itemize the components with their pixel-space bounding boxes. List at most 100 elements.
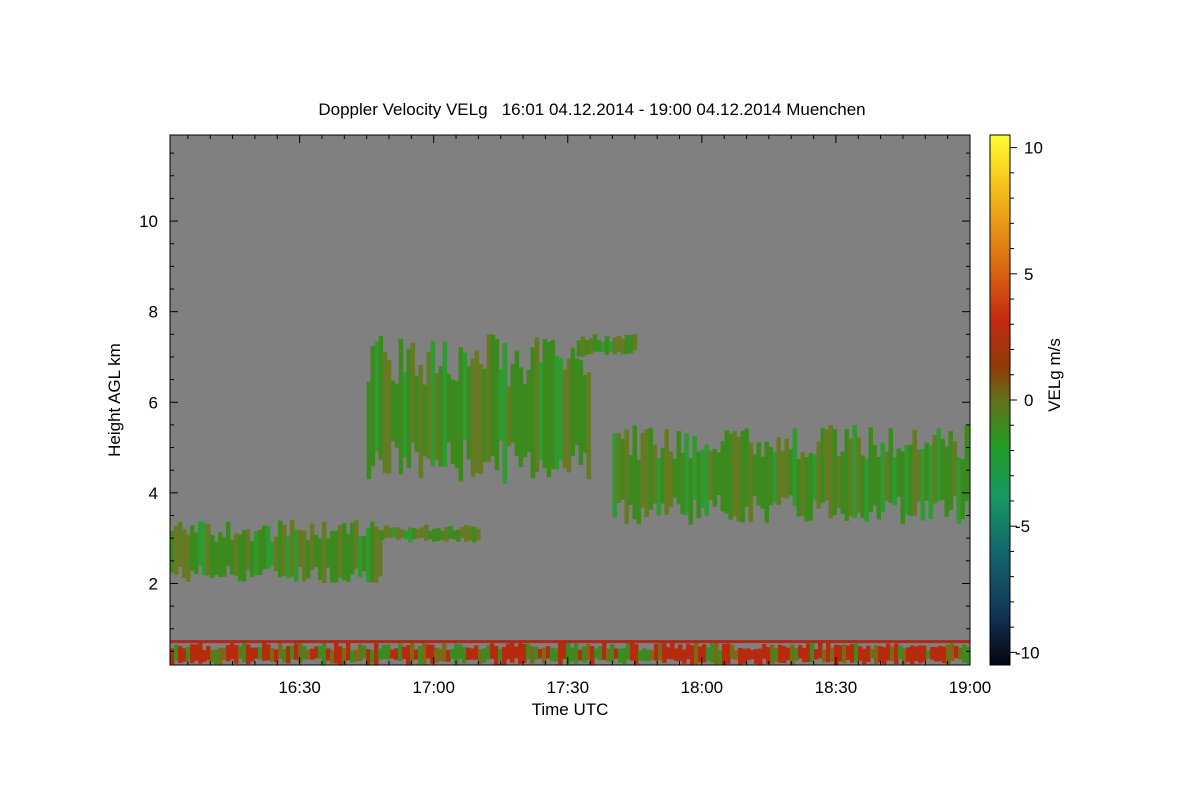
echo-column [354,520,359,569]
echo-column [482,368,488,462]
echo-column [658,643,663,661]
echo-column [270,541,275,566]
echo-column [606,648,611,662]
y-tick-label: 6 [149,393,158,412]
colorbar-tick-label: -10 [1015,643,1040,662]
echo-column [182,529,187,579]
echo-column [922,645,927,662]
echo-column [526,643,531,660]
echo-column [864,458,869,523]
echo-column [506,643,511,660]
x-tick-label: 16:30 [278,678,321,697]
echo-column [692,435,697,500]
echo-column [278,520,283,578]
echo-column [580,336,586,357]
echo-column [614,648,619,659]
echo-column [298,530,303,567]
echo-column [596,339,602,352]
echo-column [414,375,420,453]
echo-column [174,525,179,576]
echo-column [418,646,423,664]
echo-column [816,441,821,509]
echo-column [828,425,833,519]
echo-column [802,647,807,663]
echo-column [938,645,943,662]
echo-column [562,642,567,660]
echo-column [302,530,307,582]
echo-column [546,341,552,478]
echo-column [624,429,629,525]
echo-column [550,340,556,470]
echo-column [450,379,456,464]
echo-column [866,645,871,662]
echo-column [250,541,255,578]
echo-column [466,366,472,460]
echo-column [534,647,539,660]
echo-column [562,369,568,468]
echo-column [576,340,582,357]
echo-column [662,643,667,663]
echo-column [934,647,939,662]
echo-column [522,643,527,663]
echo-column [366,381,372,480]
echo-column [844,429,849,521]
echo-column [958,647,963,660]
echo-column [772,452,777,504]
echo-column [310,648,315,660]
echo-column [306,649,311,660]
echo-column [944,446,949,517]
echo-column [282,648,287,663]
echo-column [684,433,689,516]
echo-column [322,521,327,584]
echo-column [314,534,319,567]
echo-column [628,455,633,505]
echo-column [554,355,560,470]
echo-column [604,336,610,355]
echo-column [762,644,767,659]
echo-column [518,643,523,664]
echo-column [956,457,961,524]
echo-column [962,644,967,663]
echo-column [214,541,219,575]
y-tick-label: 10 [139,212,158,231]
colorbar-tick-label: 0 [1024,391,1033,410]
echo-column [668,451,673,508]
echo-column [918,645,923,664]
colorbar-tick-label: 10 [1024,139,1043,158]
echo-column [258,647,263,660]
echo-column [836,456,841,508]
echo-column [686,643,691,660]
echo-column [362,536,367,572]
echo-column [198,642,203,664]
echo-column [434,373,440,461]
echo-column [894,643,899,664]
echo-column [728,433,733,520]
echo-column [174,644,179,661]
echo-column [826,642,831,663]
echo-column [574,358,580,445]
echo-column [812,454,817,501]
echo-column [908,444,913,516]
echo-column [418,364,424,478]
echo-column [592,334,598,352]
echo-column [754,649,759,664]
echo-column [920,449,925,521]
echo-column [226,521,231,566]
echo-column [814,649,819,660]
echo-column [730,644,735,659]
echo-column [398,338,404,475]
echo-column [586,372,592,480]
echo-column [406,645,411,665]
echo-column [450,649,455,659]
echo-column [470,648,475,660]
echo-column [384,525,389,538]
echo-column [820,428,825,503]
echo-column [210,535,215,579]
echo-column [306,539,311,579]
echo-column [234,533,239,576]
echo-column [182,648,187,662]
echo-column [744,428,749,507]
echo-column [170,530,175,573]
echo-column [948,430,953,510]
echo-column [742,648,747,664]
